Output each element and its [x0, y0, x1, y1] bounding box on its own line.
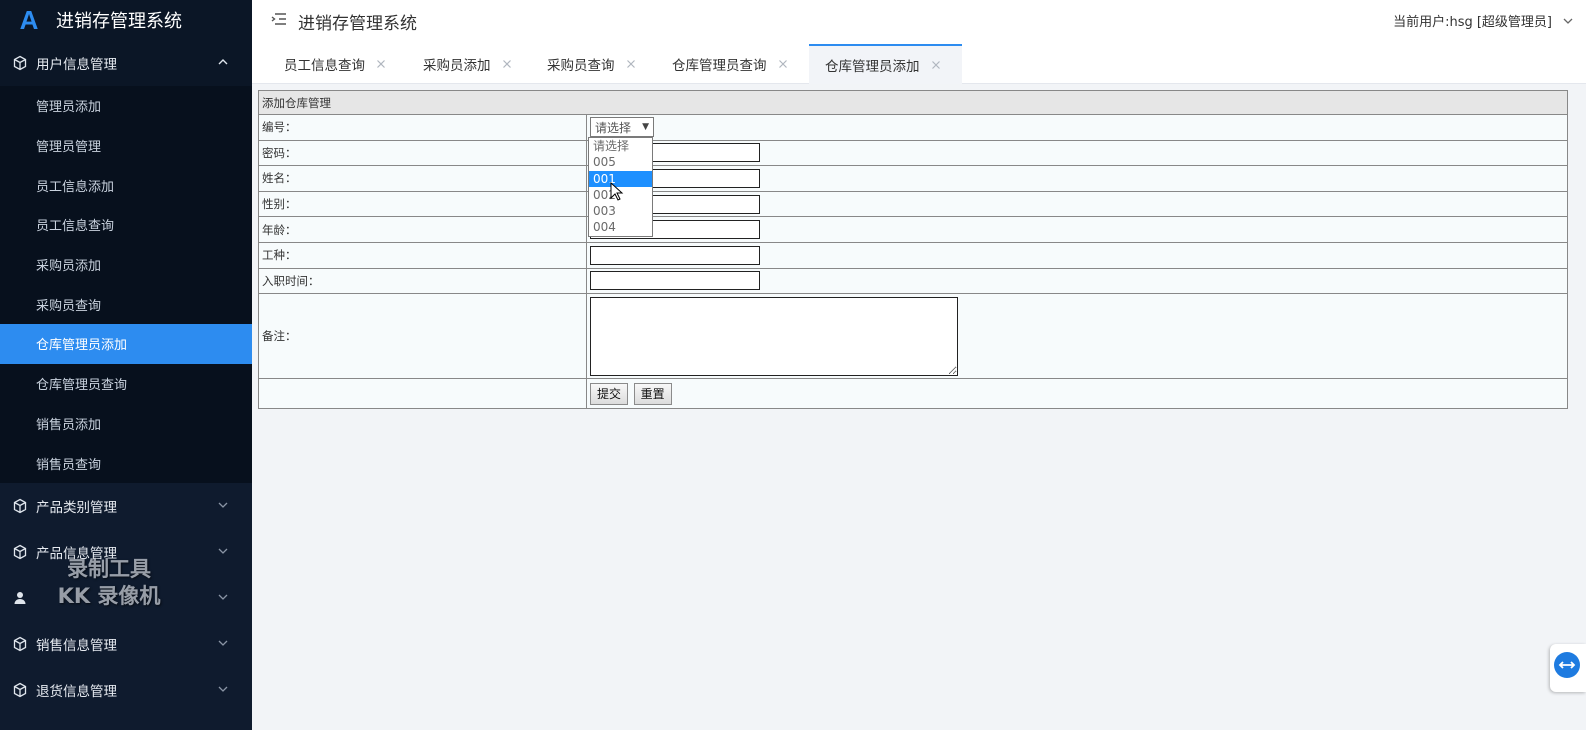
chevron-up-icon	[216, 55, 230, 69]
sidebar-item-purchaser-query[interactable]: 采购员查询	[0, 284, 252, 325]
header-title: 进销存管理系统	[298, 14, 417, 34]
menu-group-label: 销售信息管理	[36, 637, 117, 654]
chevron-down-icon[interactable]	[1562, 12, 1574, 24]
hire-date-input[interactable]	[590, 271, 760, 291]
menu-group-return-info[interactable]: 退货信息管理	[0, 667, 252, 713]
content-area: 添加仓库管理 编号： 请选择 ▼ 密码： 姓名： 性别： 年龄： 工种： 入职时…	[252, 84, 1586, 730]
cell-gender	[586, 190, 1568, 218]
logo-icon: A	[19, 4, 39, 35]
app-title: 进销存管理系统	[56, 11, 182, 32]
mouse-pointer-icon	[610, 181, 624, 202]
sidebar-item-warehouse-admin-query[interactable]: 仓库管理员查询	[0, 363, 252, 404]
logo-bar: A 进销存管理系统	[0, 0, 252, 40]
menu-group-product-info[interactable]: 产品信息管理	[0, 529, 252, 575]
close-icon[interactable]	[625, 58, 637, 70]
sidebar-item-admin-add[interactable]: 管理员添加	[0, 86, 252, 126]
add-warehouse-admin-form: 添加仓库管理 编号： 请选择 ▼ 密码： 姓名： 性别： 年龄： 工种： 入职时…	[258, 90, 1568, 410]
label-age: 年龄：	[258, 216, 587, 243]
id-select[interactable]: 请选择 ▼	[590, 117, 654, 138]
sidebar-item-admin-manage[interactable]: 管理员管理	[0, 125, 252, 166]
sidebar-item-employee-add[interactable]: 员工信息添加	[0, 165, 252, 206]
menu-group-label: 产品类别管理	[36, 499, 117, 516]
cell-buttons: 提交 重置	[586, 378, 1568, 410]
chevron-down-icon	[216, 498, 230, 512]
tab-warehouse-admin-add[interactable]: 仓库管理员添加	[809, 44, 962, 84]
chevron-down-icon	[216, 544, 230, 558]
chevron-down-icon	[216, 682, 230, 696]
menu-group-product-category[interactable]: 产品类别管理	[0, 483, 252, 529]
tab-employee-query[interactable]: 员工信息查询	[268, 44, 387, 84]
tab-label: 仓库管理员查询	[672, 58, 767, 74]
chevron-down-icon	[216, 590, 230, 604]
cell-hire-date	[586, 267, 1568, 295]
sidebar-item-warehouse-admin-add[interactable]: 仓库管理员添加	[0, 324, 252, 364]
label-id: 编号：	[258, 114, 587, 141]
label-password: 密码：	[258, 139, 587, 167]
sidebar-item-employee-query[interactable]: 员工信息查询	[0, 205, 252, 245]
label-empty	[258, 378, 587, 410]
menu-group-label: 产品信息管理	[36, 545, 117, 562]
tab-label: 员工信息查询	[284, 58, 365, 74]
current-user[interactable]: 当前用户:hsg [超级管理员]	[1393, 11, 1552, 30]
user-icon	[12, 590, 28, 606]
cell-name	[586, 165, 1568, 192]
tab-purchaser-query[interactable]: 采购员查询	[531, 44, 637, 84]
label-job-type: 工种：	[258, 241, 587, 269]
cube-icon	[12, 636, 28, 652]
menu-group-label: 退货信息管理	[36, 683, 117, 700]
sidebar-item-seller-query[interactable]: 销售员查询	[0, 443, 252, 483]
close-icon[interactable]	[501, 58, 513, 70]
close-icon[interactable]	[777, 58, 789, 70]
chevron-down-icon	[216, 636, 230, 650]
submit-button[interactable]: 提交	[590, 382, 629, 405]
tab-purchaser-add[interactable]: 采购员添加	[407, 44, 513, 84]
cell-age	[586, 216, 1568, 243]
label-hire-date: 入职时间：	[258, 267, 587, 295]
tab-label: 仓库管理员添加	[825, 59, 920, 75]
select-caret-icon: ▼	[642, 122, 649, 133]
form-heading: 添加仓库管理	[258, 90, 1568, 115]
label-remark: 备注：	[258, 293, 587, 380]
cell-id: 请选择 ▼	[586, 114, 1568, 141]
job-type-input[interactable]	[590, 245, 760, 265]
tab-label: 采购员查询	[547, 58, 615, 74]
cell-remark	[586, 293, 1568, 380]
menu-group-label: 用户信息管理	[36, 57, 117, 73]
cube-icon	[12, 55, 28, 71]
label-gender: 性别：	[258, 190, 587, 218]
close-icon[interactable]	[930, 59, 942, 71]
close-icon[interactable]	[375, 58, 387, 70]
tab-bar: 员工信息查询 采购员添加 采购员查询 仓库管理员查询 仓库管理员添加	[252, 40, 1586, 84]
select-value: 请选择	[595, 120, 632, 135]
reset-button[interactable]: 重置	[633, 382, 672, 405]
select-option[interactable]: 003	[589, 203, 652, 219]
sidebar-item-purchaser-add[interactable]: 采购员添加	[0, 244, 252, 285]
menu-group-sales-info[interactable]: 销售信息管理	[0, 621, 252, 667]
teamviewer-icon	[1554, 652, 1580, 678]
select-option[interactable]: 004	[589, 219, 652, 235]
select-option[interactable]: 005	[589, 154, 652, 170]
menu-group-obscured[interactable]	[0, 575, 252, 621]
tab-warehouse-admin-query[interactable]: 仓库管理员查询	[656, 44, 789, 84]
menu-toggle-icon[interactable]	[270, 10, 288, 28]
top-header: 进销存管理系统 当前用户:hsg [超级管理员]	[252, 0, 1586, 40]
remote-assist-widget[interactable]	[1550, 644, 1586, 692]
tab-label: 采购员添加	[423, 58, 491, 74]
cell-password	[586, 139, 1568, 167]
cube-icon	[12, 682, 28, 698]
select-option[interactable]: 请选择	[589, 138, 652, 154]
sidebar: A 进销存管理系统 用户信息管理 管理员添加 管理员管理 员工信息添加 员工信息…	[0, 0, 252, 730]
cell-job-type	[586, 241, 1568, 269]
remark-textarea[interactable]	[590, 296, 958, 376]
label-name: 姓名：	[258, 165, 587, 192]
cube-icon	[12, 498, 28, 514]
menu-group-user-info[interactable]: 用户信息管理	[0, 40, 252, 86]
sidebar-item-seller-add[interactable]: 销售员添加	[0, 403, 252, 444]
cube-icon	[12, 544, 28, 560]
